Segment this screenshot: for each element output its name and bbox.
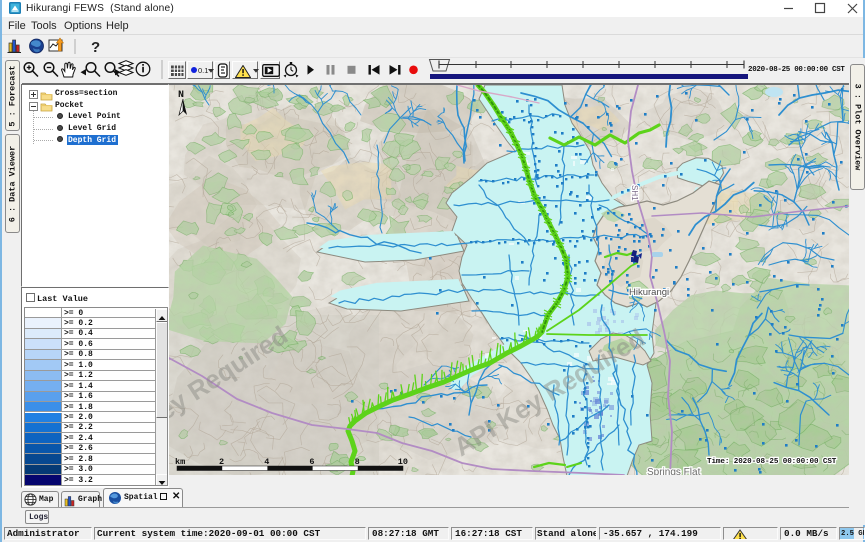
svg-text:8: 8 xyxy=(355,457,360,467)
svg-text:2: 2 xyxy=(219,457,224,467)
svg-text:4: 4 xyxy=(264,457,269,467)
svg-text:Time: 2020-08-25 00:00:00 CST: Time: 2020-08-25 00:00:00 CST xyxy=(707,458,837,466)
svg-text:Springs Flat: Springs Flat xyxy=(647,467,701,475)
svg-text:km: km xyxy=(175,457,185,467)
svg-text:10: 10 xyxy=(398,457,408,467)
svg-text:6: 6 xyxy=(309,457,314,467)
svg-text:SH1: SH1 xyxy=(630,185,639,201)
svg-text:?: ? xyxy=(91,39,100,56)
svg-text:Hikurangi: Hikurangi xyxy=(629,287,669,298)
